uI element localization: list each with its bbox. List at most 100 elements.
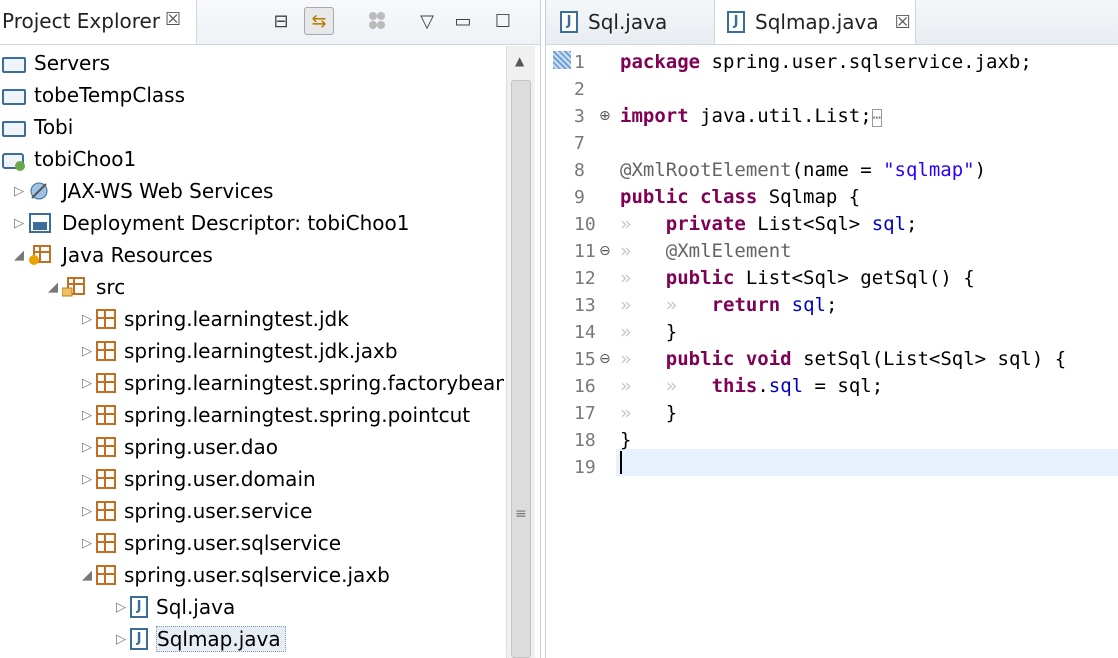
expand-arrow-icon[interactable]: ▷	[112, 600, 130, 615]
tree-item-package[interactable]: ▷ spring.user.service	[78, 496, 312, 526]
code-line: public class Sqlmap {	[620, 186, 861, 208]
fold-expand-icon[interactable]: ⊕	[599, 103, 611, 130]
tree-scrollbar[interactable]: ▲ ≡	[506, 46, 535, 658]
line-number: 8	[574, 160, 585, 181]
tree-item-sqlmap-java[interactable]: ▷ J Sqlmap.java	[112, 624, 286, 654]
text-caret	[620, 451, 622, 474]
tree-item-package[interactable]: ▷ spring.learningtest.jdk	[78, 304, 349, 334]
code-line: }	[620, 429, 632, 451]
tree-item-label: Servers	[34, 51, 111, 75]
folder-icon	[2, 121, 26, 137]
code-line: » » return sql;	[620, 294, 838, 316]
line-number: 13	[574, 295, 596, 316]
expand-arrow-icon[interactable]: ▷	[78, 408, 96, 423]
expand-arrow-icon[interactable]: ▷	[78, 536, 96, 551]
collapse-arrow-icon[interactable]: ◢	[44, 280, 62, 295]
java-file-icon: J	[130, 628, 148, 650]
tree-item-package[interactable]: ▷ spring.user.sqlservice	[78, 528, 341, 558]
fold-collapse-icon[interactable]: ⊖	[599, 238, 611, 265]
scroll-up-icon[interactable]: ▲	[515, 54, 524, 68]
tree-item-jaxws[interactable]: ▷ JAX-WS Web Services	[10, 176, 273, 206]
scrollbar-thumb[interactable]: ≡	[511, 80, 531, 658]
tree-item-servers[interactable]: Servers	[2, 48, 110, 78]
code-line: » }	[620, 321, 678, 343]
descriptor-icon	[28, 212, 54, 234]
line-number: 17	[574, 403, 596, 424]
tab-project-explorer[interactable]: Project Explorer ☒	[0, 0, 197, 44]
expand-arrow-icon[interactable]: ▷	[78, 440, 96, 455]
tree-item-label: spring.learningtest.jdk	[124, 307, 349, 331]
fold-collapse-icon[interactable]: ⊖	[599, 346, 611, 373]
overview-marker-icon	[553, 51, 571, 69]
tree-item-label: tobeTempClass	[34, 83, 185, 107]
line-number: 16	[574, 376, 596, 397]
tree-item-deployment-descriptor[interactable]: ▷ Deployment Descriptor: tobiChoo1	[10, 208, 410, 238]
tree-item-package[interactable]: ▷ spring.user.domain	[78, 464, 316, 494]
code-line: @XmlRootElement(name = "sqlmap")	[620, 159, 987, 181]
tree-item-label: Tobi	[34, 115, 74, 139]
expand-arrow-icon[interactable]: ▷	[78, 376, 96, 391]
code-line: import java.util.List;⋯	[620, 105, 883, 127]
line-number: 19	[574, 457, 596, 478]
tree-item-label: src	[96, 275, 126, 299]
tab-sqlmap-java[interactable]: J Sqlmap.java ☒	[714, 0, 916, 44]
tree-item-label: spring.user.sqlservice	[124, 531, 342, 555]
tree-item-package[interactable]: ▷ spring.learningtest.spring.factorybean	[78, 368, 504, 398]
filters-icon[interactable]	[362, 7, 392, 35]
package-icon	[96, 341, 116, 361]
tree-item-label: Sql.java	[156, 595, 236, 619]
line-number: 18	[574, 430, 596, 451]
tab-label: Sql.java	[588, 10, 668, 34]
expand-arrow-icon[interactable]: ▷	[10, 216, 28, 231]
line-number: 9	[574, 187, 585, 208]
link-with-editor-button[interactable]: ⇆	[304, 7, 334, 35]
expand-arrow-icon[interactable]: ▷	[112, 632, 130, 647]
tree-item-java-resources[interactable]: ◢ Java Resources	[10, 240, 213, 270]
expand-arrow-icon[interactable]: ▷	[78, 312, 96, 327]
line-number: 2	[574, 79, 585, 100]
tree-item-src[interactable]: ◢ src	[44, 272, 125, 302]
expand-arrow-icon[interactable]: ▷	[78, 344, 96, 359]
tree-item-sql-java[interactable]: ▷ J Sql.java	[112, 592, 235, 622]
folded-code-icon: ⋯	[871, 109, 883, 127]
close-icon[interactable]: ☒	[895, 12, 911, 33]
tree-item-package[interactable]: ▷ spring.learningtest.spring.pointcut	[78, 400, 470, 430]
source-folder-icon	[61, 276, 88, 298]
tree-item-package[interactable]: ▷ spring.user.dao	[78, 432, 278, 462]
java-file-icon: J	[130, 596, 148, 618]
view-menu-button[interactable]: ▽	[412, 7, 442, 35]
code-line: » @XmlElement	[620, 240, 792, 262]
tree-item-tobetempclass[interactable]: tobeTempClass	[2, 80, 185, 110]
minimize-button[interactable]: ▭	[448, 7, 478, 35]
tree-item-label: spring.learningtest.spring.factorybean	[124, 371, 504, 395]
tree-item-label: Java Resources	[62, 243, 213, 267]
maximize-button[interactable]: ☐	[488, 7, 518, 35]
tree-item-tobi[interactable]: Tobi	[2, 112, 73, 142]
close-icon[interactable]: ☒	[165, 9, 181, 30]
current-line-highlight	[616, 449, 1118, 476]
collapse-all-button[interactable]: ⊟	[266, 7, 296, 35]
tree-item-package[interactable]: ◢ spring.user.sqlservice.jaxb	[78, 560, 390, 590]
project-tree: Servers tobeTempClass Tobi tobiChoo1 ▷ J…	[0, 46, 504, 658]
package-icon	[96, 309, 116, 329]
package-icon	[96, 565, 116, 585]
tree-item-tobichoo1[interactable]: tobiChoo1	[2, 144, 136, 174]
expand-arrow-icon[interactable]: ▷	[78, 504, 96, 519]
expand-arrow-icon[interactable]: ▷	[78, 472, 96, 487]
code-line: » public List<Sql> getSql() {	[620, 267, 975, 289]
tree-item-label: spring.user.dao	[124, 435, 278, 459]
tab-label: Sqlmap.java	[755, 10, 879, 34]
line-number: 14	[574, 322, 596, 343]
code-line: » private List<Sql> sql;	[620, 213, 918, 235]
code-line: » public void setSql(List<Sql> sql) {	[620, 348, 1067, 370]
tree-item-package[interactable]: ▷ spring.learningtest.jdk.jaxb	[78, 336, 398, 366]
tree-item-label: spring.user.sqlservice.jaxb	[124, 563, 390, 587]
line-number: 10	[574, 214, 596, 235]
expand-arrow-icon[interactable]: ▷	[10, 184, 28, 199]
package-icon	[96, 405, 116, 425]
collapse-arrow-icon[interactable]: ◢	[10, 248, 28, 263]
tab-sql-java[interactable]: J Sql.java	[560, 0, 667, 44]
folder-icon	[2, 57, 26, 73]
line-number: 1	[574, 52, 585, 73]
collapse-arrow-icon[interactable]: ◢	[78, 568, 96, 583]
